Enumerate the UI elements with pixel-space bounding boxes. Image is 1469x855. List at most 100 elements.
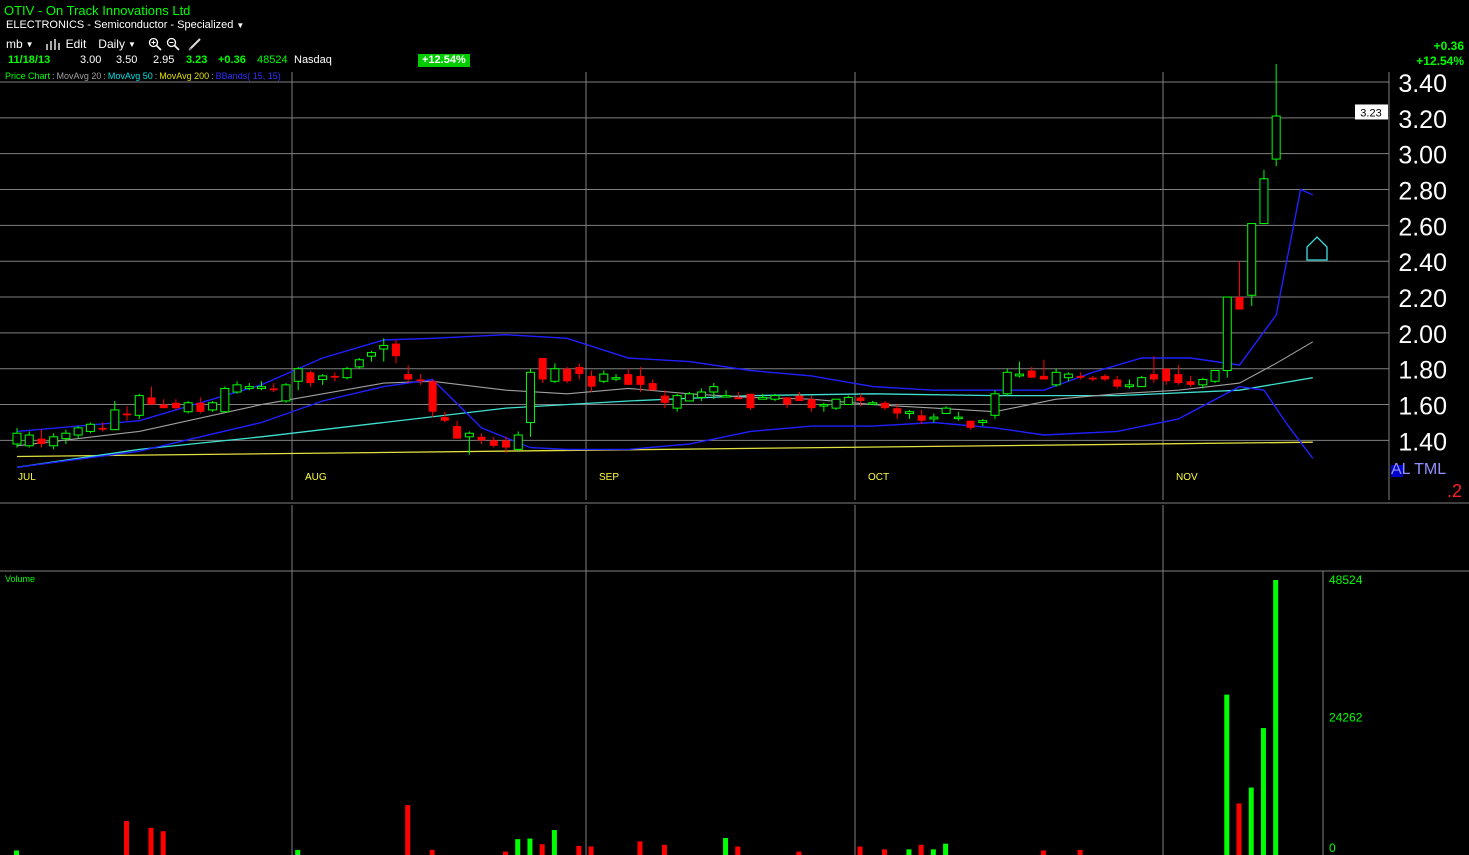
volume-bar [1040, 850, 1046, 855]
candle-body-up [868, 402, 878, 405]
candle-body-down [269, 388, 278, 391]
candle-body-up [1014, 373, 1024, 377]
candle-body-down [98, 427, 107, 430]
candle-body-up [232, 384, 242, 393]
volume-bar [1260, 728, 1266, 855]
volume-bar [943, 843, 949, 855]
candle-body-up [208, 402, 218, 411]
volume-bar [637, 841, 643, 855]
candle-body-up [73, 427, 83, 436]
volume-bar [503, 851, 508, 855]
candle-body-up [709, 386, 719, 393]
candle-body-down [1027, 370, 1036, 378]
candle-body-up [318, 375, 328, 380]
volume-bar [1248, 787, 1254, 855]
candle-body-up [12, 432, 22, 445]
candle-body-down [636, 375, 645, 385]
candle-body-up [244, 386, 254, 389]
candle-body-down [196, 402, 205, 412]
price-tick-label: 1.60 [1398, 393, 1447, 421]
volume-bar [160, 831, 166, 855]
candle-body-down [489, 440, 498, 446]
volume-bar [527, 838, 533, 855]
candle-body-down [917, 415, 926, 421]
volume-bar [539, 844, 545, 855]
candle-body-up [134, 395, 144, 416]
candle-body-up [599, 373, 609, 382]
price-tick-label: 2.60 [1398, 213, 1447, 241]
price-tick-label: 1.40 [1398, 428, 1447, 456]
volume-tick-label: 48524 [1329, 573, 1363, 587]
month-label: SEP [599, 472, 619, 483]
volume-bar [1273, 580, 1279, 855]
candle-body-up [770, 395, 780, 400]
candle-body-up [1222, 296, 1232, 372]
candle-body-up [953, 416, 963, 420]
candle-body-up [1002, 371, 1012, 395]
candle-body-up [1271, 115, 1281, 160]
price-tick-label: 3.40 [1398, 70, 1447, 98]
candle-body-down [171, 402, 180, 409]
month-label: OCT [868, 472, 889, 483]
candle-body-down [660, 395, 669, 403]
volume-tick-label: 0 [1329, 841, 1336, 855]
candle-body-down [538, 357, 547, 380]
candle-body-down [746, 393, 755, 409]
right-panel-small-mark: .2 [1447, 481, 1462, 501]
candle-body-down [123, 413, 132, 416]
volume-bar [405, 805, 411, 855]
candle-body-up [819, 404, 829, 407]
candle-body-up [1124, 384, 1134, 388]
volume-bar [148, 827, 154, 855]
volume-bar [930, 849, 936, 855]
candle-body-up [941, 407, 951, 415]
candle-body-down [856, 397, 865, 401]
candle-body-down [1088, 377, 1097, 380]
candle-body-down [795, 395, 804, 401]
candle-body-down [587, 375, 596, 387]
candle-body-down [1186, 381, 1195, 385]
candle-body-down [477, 436, 486, 441]
volume-bar [551, 830, 557, 855]
candle-body-up [1198, 378, 1208, 386]
candle-body-down [783, 397, 792, 405]
candle-body-down [1149, 374, 1158, 380]
candle-body-up [1259, 178, 1269, 225]
price-tick-label: 2.80 [1398, 178, 1447, 206]
candle-body-up [61, 432, 71, 440]
candle-body-up [379, 344, 389, 350]
candle-body-down [502, 440, 510, 448]
volume-tick-label: 24262 [1329, 711, 1363, 725]
volume-bar [576, 845, 582, 855]
candle-body-up [1051, 371, 1061, 386]
candle-body-down [880, 402, 889, 409]
last-price-tag-label: 3.23 [1360, 107, 1381, 119]
candle-body-down [391, 343, 400, 357]
volume-bar [515, 839, 521, 855]
candle-body-down [147, 397, 156, 405]
candle-body-up [978, 420, 988, 423]
candle-body-up [281, 384, 291, 402]
candle-body-up [758, 396, 768, 400]
volume-bar [295, 849, 301, 855]
candle-body-down [1235, 297, 1244, 310]
volume-bar [14, 850, 19, 855]
volume-bar [735, 846, 741, 855]
candle-body-down [575, 366, 584, 375]
candle-body-up [49, 436, 59, 447]
candle-body-down [1039, 375, 1048, 380]
price-volume-chart[interactable]: 1.40 1.60 1.80 2.00 2.20 2.40 2.60 2.80 3.00 3.20… [0, 0, 1469, 855]
candle-body-up [1137, 377, 1147, 388]
candle-body-up [721, 395, 731, 398]
candle-body-up [611, 377, 621, 380]
candle-body-down [807, 399, 816, 409]
candle-body-down [734, 397, 743, 400]
candle-body-up [110, 409, 120, 431]
price-tick-label: 3.20 [1398, 106, 1447, 134]
candle-body-up [843, 396, 853, 406]
candle-body-up [513, 434, 523, 450]
candle-body-down [563, 368, 572, 382]
month-label: NOV [1176, 472, 1198, 483]
candle-body-down [306, 372, 315, 384]
volume-bar [881, 849, 887, 855]
